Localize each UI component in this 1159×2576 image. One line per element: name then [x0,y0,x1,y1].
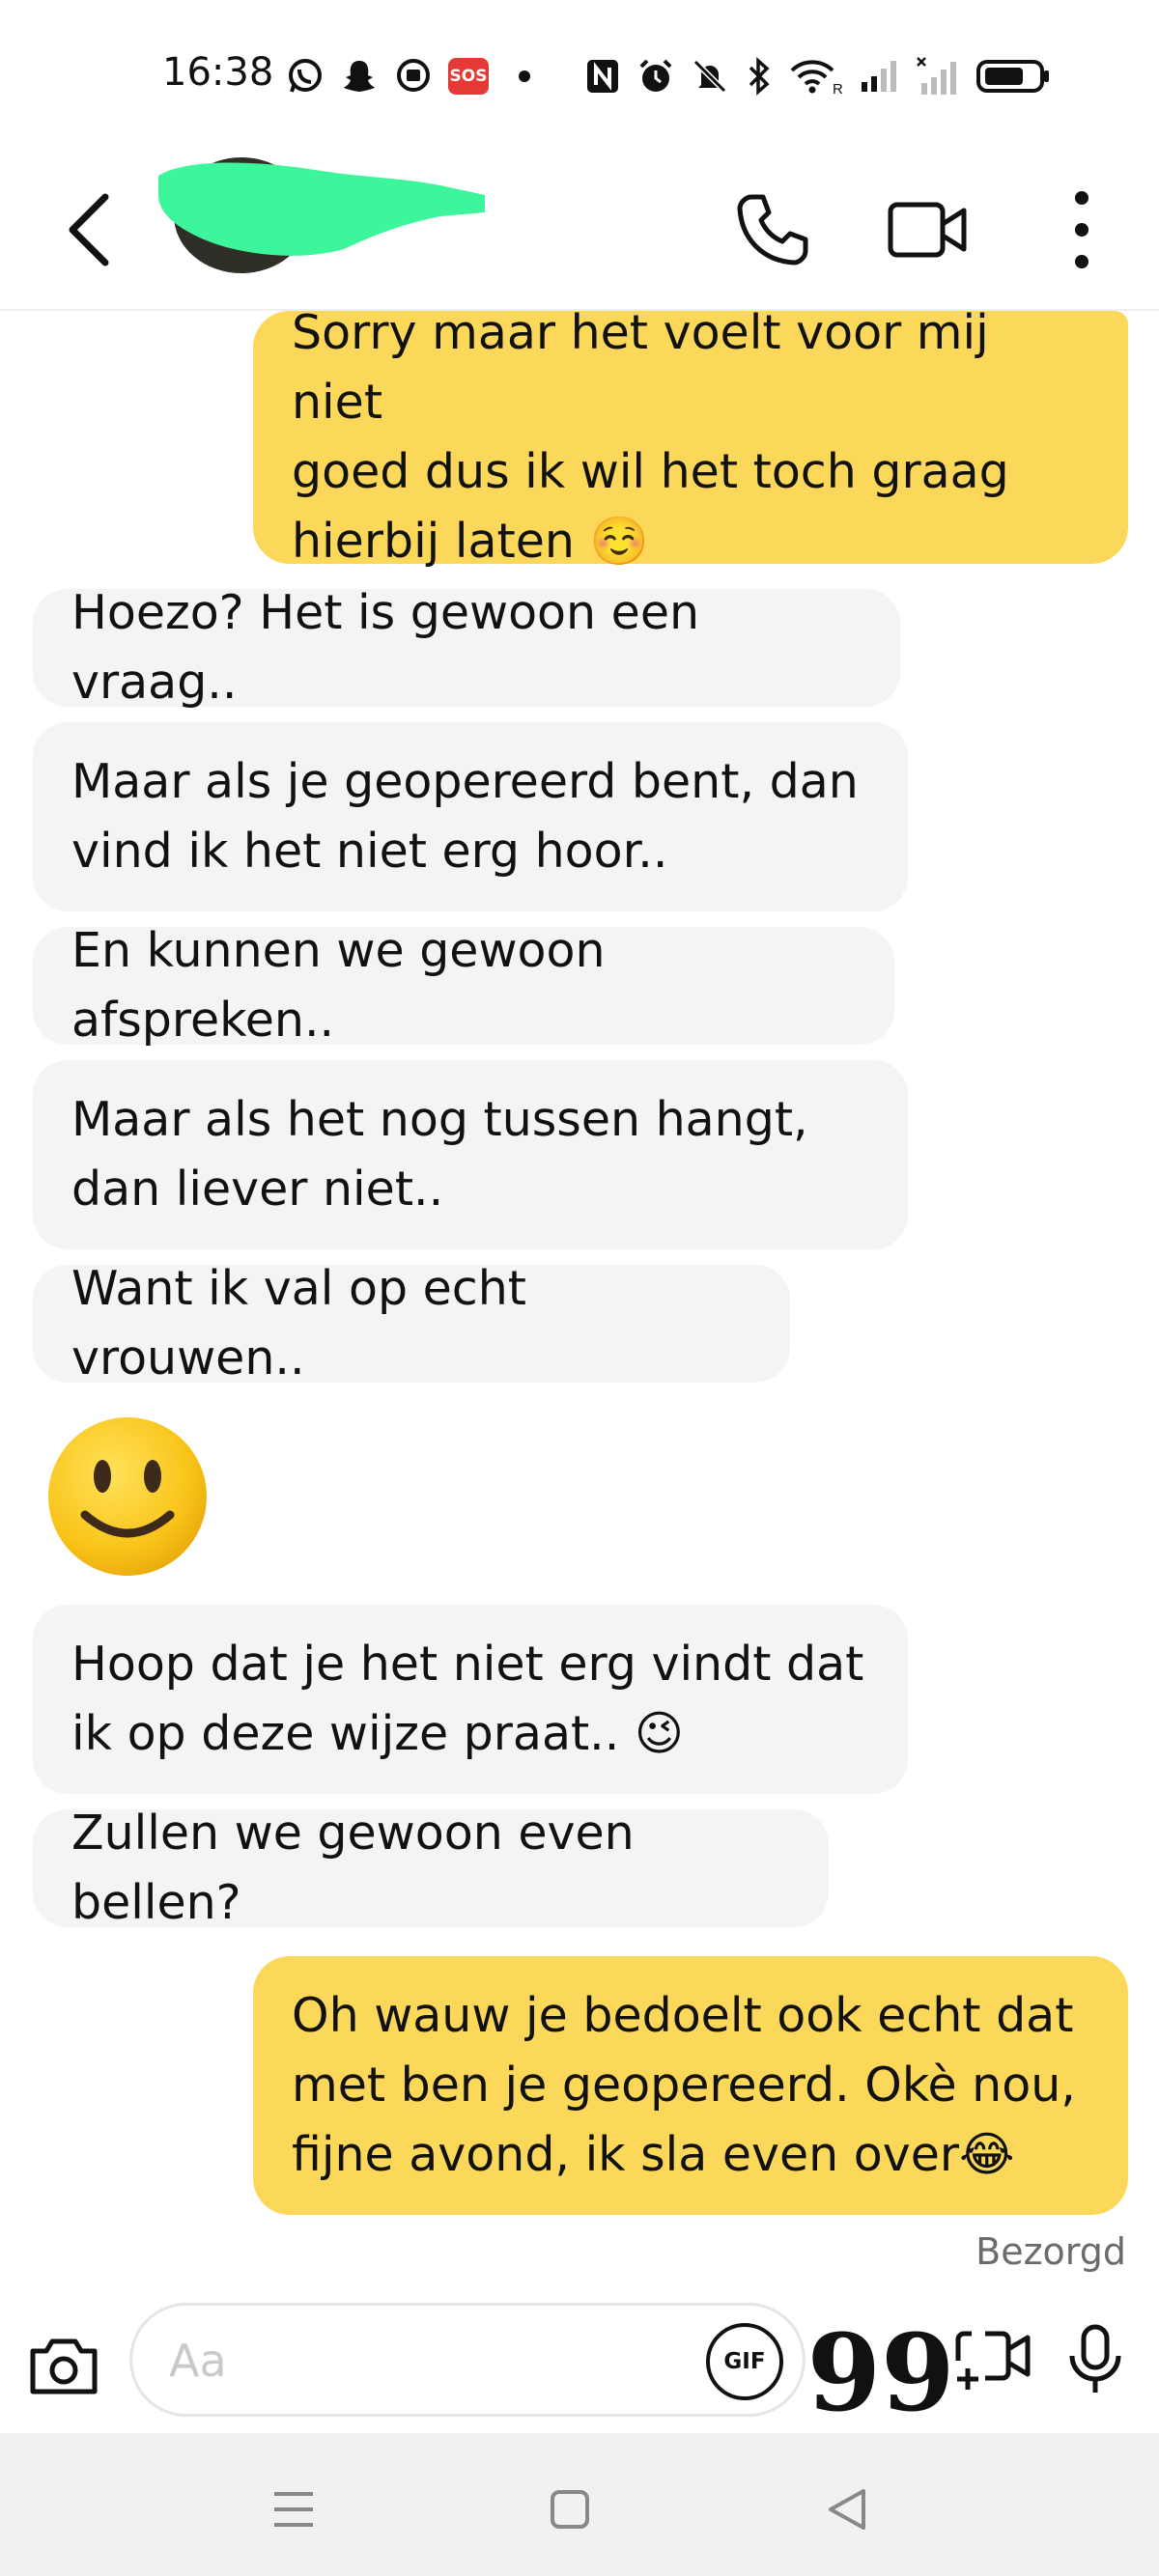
system-back-button[interactable] [807,2476,885,2543]
message-input[interactable] [167,2325,673,2396]
sos-icon: SOS [448,58,489,95]
phone-icon [737,194,808,266]
delivery-status: Bezorgd [975,2230,1126,2273]
quote-icon: 99 [806,2310,955,2435]
camera-button[interactable] [25,2328,102,2405]
video-call-button[interactable] [879,182,975,278]
recents-button[interactable] [255,2476,332,2543]
chat-header [0,154,1159,311]
square-icon [551,2490,589,2529]
home-button[interactable] [531,2476,608,2543]
slightly-smiling-face-emoji[interactable] [42,1414,216,1579]
nfc-icon [585,58,620,95]
received-message[interactable]: Hoezo? Het is gewoon een vraag.. [33,585,900,710]
sent-message[interactable]: Sorry maar het voelt voor mij niet goed … [253,305,1128,569]
triangle-back-icon [829,2489,865,2530]
signal-icon [916,56,958,97]
chevron-left-icon [69,193,109,266]
system-navigation-bar [0,2433,1159,2576]
messenger-icon [394,57,433,96]
alarm-icon [637,58,674,95]
notification-icons: SOS [286,52,572,100]
menu-icon [274,2492,313,2527]
signal-icon [860,59,898,94]
received-message[interactable]: En kunnen we gewoon afspreken.. [33,923,894,1048]
received-message[interactable]: Hoop dat je het niet erg vindt dat ik op… [33,1605,908,1794]
message-list[interactable]: Sorry maar het voelt voor mij niet goed … [0,305,1159,2308]
mute-icon [692,58,728,95]
status-bar: 16:38 SOS R [0,0,1159,154]
bluetooth-icon [746,57,773,96]
snapchat-icon [340,57,379,96]
received-message[interactable]: Want ik val op echt vrouwen.. [33,1261,790,1386]
battery-icon [975,57,1051,96]
voice-message-button[interactable] [1055,2303,1136,2417]
back-button[interactable] [58,182,120,278]
video-plus-icon [955,2331,1031,2390]
video-camera-icon [888,202,967,258]
svg-text:R: R [833,81,842,96]
contact-name-redaction[interactable] [151,156,493,263]
whatsapp-icon [286,57,325,96]
message-composer: GIF 99 [0,2303,1159,2438]
gif-button[interactable]: GIF [706,2323,783,2400]
camera-icon [30,2338,98,2394]
dot-icon [518,70,531,83]
received-message[interactable]: Maar als het nog tussen hangt, dan lieve… [33,1060,908,1249]
quote-button[interactable]: 99 [806,2303,954,2426]
received-message[interactable]: Zullen we gewoon even bellen? [33,1806,829,1930]
message-input-container[interactable]: GIF [129,2303,806,2417]
status-time: 16:38 [162,50,274,95]
more-options-button[interactable] [1033,182,1130,278]
more-vertical-icon [1075,191,1088,268]
wifi-icon: R [790,57,842,96]
sent-message[interactable]: Oh wauw je bedoelt ook echt dat met ben … [253,1956,1128,2215]
video-message-button[interactable] [945,2303,1041,2417]
voice-call-button[interactable] [724,182,821,278]
microphone-icon [1069,2324,1121,2393]
received-message[interactable]: Maar als je geopereerd bent, dan vind ik… [33,722,908,911]
system-status-icons: R [585,52,1051,100]
